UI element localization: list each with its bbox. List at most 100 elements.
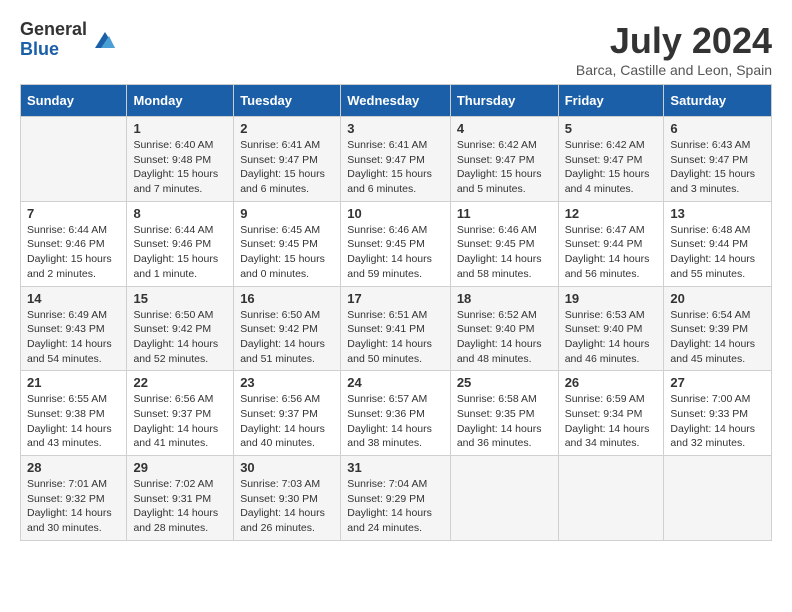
logo-general-text: General (20, 20, 87, 40)
cell-info-text: Sunrise: 6:50 AM Sunset: 9:42 PM Dayligh… (240, 308, 334, 367)
header-cell-saturday: Saturday (664, 85, 772, 117)
cell-info-text: Sunrise: 6:41 AM Sunset: 9:47 PM Dayligh… (240, 138, 334, 197)
day-number: 3 (347, 121, 444, 136)
calendar-cell: 18 Sunrise: 6:52 AM Sunset: 9:40 PM Dayli… (450, 286, 558, 371)
calendar-cell (21, 117, 127, 202)
cell-info-text: Sunrise: 6:47 AM Sunset: 9:44 PM Dayligh… (565, 223, 658, 282)
day-number: 31 (347, 460, 444, 475)
day-number: 14 (27, 291, 120, 306)
cell-info-text: Sunrise: 6:54 AM Sunset: 9:39 PM Dayligh… (670, 308, 765, 367)
calendar-cell: 4Sunrise: 6:42 AM Sunset: 9:47 PM Daylig… (450, 117, 558, 202)
cell-info-text: Sunrise: 6:46 AM Sunset: 9:45 PM Dayligh… (457, 223, 552, 282)
header-cell-wednesday: Wednesday (341, 85, 451, 117)
calendar-cell: 26 Sunrise: 6:59 AM Sunset: 9:34 PM Dayli… (558, 371, 664, 456)
logo-icon (91, 26, 119, 54)
calendar-cell: 5 Sunrise: 6:42 AM Sunset: 9:47 PM Daylig… (558, 117, 664, 202)
week-row: 1 Sunrise: 6:40 AM Sunset: 9:48 PM Daylig… (21, 117, 772, 202)
day-number: 2 (240, 121, 334, 136)
calendar-cell: 7Sunrise: 6:44 AM Sunset: 9:46 PM Daylig… (21, 201, 127, 286)
calendar-table: SundayMondayTuesdayWednesdayThursdayFrid… (20, 84, 772, 541)
header-row: SundayMondayTuesdayWednesdayThursdayFrid… (21, 85, 772, 117)
day-number: 23 (240, 375, 334, 390)
cell-info-text: Sunrise: 6:43 AM Sunset: 9:47 PM Dayligh… (670, 138, 765, 197)
calendar-cell: 30 Sunrise: 7:03 AM Sunset: 9:30 PM Dayli… (234, 456, 341, 541)
day-number: 20 (670, 291, 765, 306)
cell-info-text: Sunrise: 6:41 AM Sunset: 9:47 PM Dayligh… (347, 138, 444, 197)
day-number: 5 (565, 121, 658, 136)
calendar-cell: 28Sunrise: 7:01 AM Sunset: 9:32 PM Dayli… (21, 456, 127, 541)
week-row: 21 Sunrise: 6:55 AM Sunset: 9:38 PM Dayli… (21, 371, 772, 456)
calendar-cell: 14 Sunrise: 6:49 AM Sunset: 9:43 PM Dayli… (21, 286, 127, 371)
calendar-cell: 11 Sunrise: 6:46 AM Sunset: 9:45 PM Dayli… (450, 201, 558, 286)
day-number: 8 (133, 206, 227, 221)
day-number: 16 (240, 291, 334, 306)
cell-info-text: Sunrise: 7:03 AM Sunset: 9:30 PM Dayligh… (240, 477, 334, 536)
calendar-cell: 15Sunrise: 6:50 AM Sunset: 9:42 PM Dayli… (127, 286, 234, 371)
calendar-cell: 29Sunrise: 7:02 AM Sunset: 9:31 PM Dayli… (127, 456, 234, 541)
header-cell-sunday: Sunday (21, 85, 127, 117)
day-number: 1 (133, 121, 227, 136)
cell-info-text: Sunrise: 6:56 AM Sunset: 9:37 PM Dayligh… (240, 392, 334, 451)
header-cell-tuesday: Tuesday (234, 85, 341, 117)
calendar-cell: 31 Sunrise: 7:04 AM Sunset: 9:29 PM Dayli… (341, 456, 451, 541)
calendar-cell: 19Sunrise: 6:53 AM Sunset: 9:40 PM Dayli… (558, 286, 664, 371)
calendar-cell (664, 456, 772, 541)
cell-info-text: Sunrise: 6:40 AM Sunset: 9:48 PM Dayligh… (133, 138, 227, 197)
cell-info-text: Sunrise: 6:51 AM Sunset: 9:41 PM Dayligh… (347, 308, 444, 367)
day-number: 9 (240, 206, 334, 221)
day-number: 11 (457, 206, 552, 221)
week-row: 28Sunrise: 7:01 AM Sunset: 9:32 PM Dayli… (21, 456, 772, 541)
cell-info-text: Sunrise: 6:53 AM Sunset: 9:40 PM Dayligh… (565, 308, 658, 367)
week-row: 7Sunrise: 6:44 AM Sunset: 9:46 PM Daylig… (21, 201, 772, 286)
cell-info-text: Sunrise: 6:55 AM Sunset: 9:38 PM Dayligh… (27, 392, 120, 451)
day-number: 17 (347, 291, 444, 306)
day-number: 24 (347, 375, 444, 390)
calendar-cell (558, 456, 664, 541)
day-number: 18 (457, 291, 552, 306)
calendar-cell: 24Sunrise: 6:57 AM Sunset: 9:36 PM Dayli… (341, 371, 451, 456)
location-text: Barca, Castille and Leon, Spain (576, 62, 772, 78)
calendar-cell: 17 Sunrise: 6:51 AM Sunset: 9:41 PM Dayli… (341, 286, 451, 371)
day-number: 6 (670, 121, 765, 136)
cell-info-text: Sunrise: 6:44 AM Sunset: 9:46 PM Dayligh… (27, 223, 120, 282)
calendar-cell: 25Sunrise: 6:58 AM Sunset: 9:35 PM Dayli… (450, 371, 558, 456)
cell-info-text: Sunrise: 7:04 AM Sunset: 9:29 PM Dayligh… (347, 477, 444, 536)
header-cell-thursday: Thursday (450, 85, 558, 117)
day-number: 12 (565, 206, 658, 221)
cell-info-text: Sunrise: 6:59 AM Sunset: 9:34 PM Dayligh… (565, 392, 658, 451)
day-number: 28 (27, 460, 120, 475)
day-number: 10 (347, 206, 444, 221)
calendar-header: SundayMondayTuesdayWednesdayThursdayFrid… (21, 85, 772, 117)
day-number: 26 (565, 375, 658, 390)
cell-info-text: Sunrise: 6:44 AM Sunset: 9:46 PM Dayligh… (133, 223, 227, 282)
header-cell-monday: Monday (127, 85, 234, 117)
logo-blue-text: Blue (20, 40, 87, 60)
cell-info-text: Sunrise: 6:46 AM Sunset: 9:45 PM Dayligh… (347, 223, 444, 282)
cell-info-text: Sunrise: 6:45 AM Sunset: 9:45 PM Dayligh… (240, 223, 334, 282)
day-number: 21 (27, 375, 120, 390)
cell-info-text: Sunrise: 6:48 AM Sunset: 9:44 PM Dayligh… (670, 223, 765, 282)
calendar-cell: 12 Sunrise: 6:47 AM Sunset: 9:44 PM Dayli… (558, 201, 664, 286)
cell-info-text: Sunrise: 7:00 AM Sunset: 9:33 PM Dayligh… (670, 392, 765, 451)
calendar-cell: 2 Sunrise: 6:41 AM Sunset: 9:47 PM Daylig… (234, 117, 341, 202)
day-number: 25 (457, 375, 552, 390)
calendar-cell: 8 Sunrise: 6:44 AM Sunset: 9:46 PM Daylig… (127, 201, 234, 286)
calendar-cell: 6 Sunrise: 6:43 AM Sunset: 9:47 PM Daylig… (664, 117, 772, 202)
calendar-cell: 27Sunrise: 7:00 AM Sunset: 9:33 PM Dayli… (664, 371, 772, 456)
calendar-cell: 21 Sunrise: 6:55 AM Sunset: 9:38 PM Dayli… (21, 371, 127, 456)
cell-info-text: Sunrise: 7:02 AM Sunset: 9:31 PM Dayligh… (133, 477, 227, 536)
cell-info-text: Sunrise: 6:42 AM Sunset: 9:47 PM Dayligh… (565, 138, 658, 197)
week-row: 14 Sunrise: 6:49 AM Sunset: 9:43 PM Dayli… (21, 286, 772, 371)
cell-info-text: Sunrise: 6:49 AM Sunset: 9:43 PM Dayligh… (27, 308, 120, 367)
header-cell-friday: Friday (558, 85, 664, 117)
day-number: 30 (240, 460, 334, 475)
calendar-cell: 22Sunrise: 6:56 AM Sunset: 9:37 PM Dayli… (127, 371, 234, 456)
page-header: General Blue July 2024 Barca, Castille a… (20, 20, 772, 78)
calendar-cell: 20 Sunrise: 6:54 AM Sunset: 9:39 PM Dayli… (664, 286, 772, 371)
calendar-cell: 23 Sunrise: 6:56 AM Sunset: 9:37 PM Dayli… (234, 371, 341, 456)
cell-info-text: Sunrise: 6:52 AM Sunset: 9:40 PM Dayligh… (457, 308, 552, 367)
month-title: July 2024 (576, 20, 772, 62)
calendar-cell (450, 456, 558, 541)
calendar-cell: 10 Sunrise: 6:46 AM Sunset: 9:45 PM Dayli… (341, 201, 451, 286)
cell-info-text: Sunrise: 6:50 AM Sunset: 9:42 PM Dayligh… (133, 308, 227, 367)
